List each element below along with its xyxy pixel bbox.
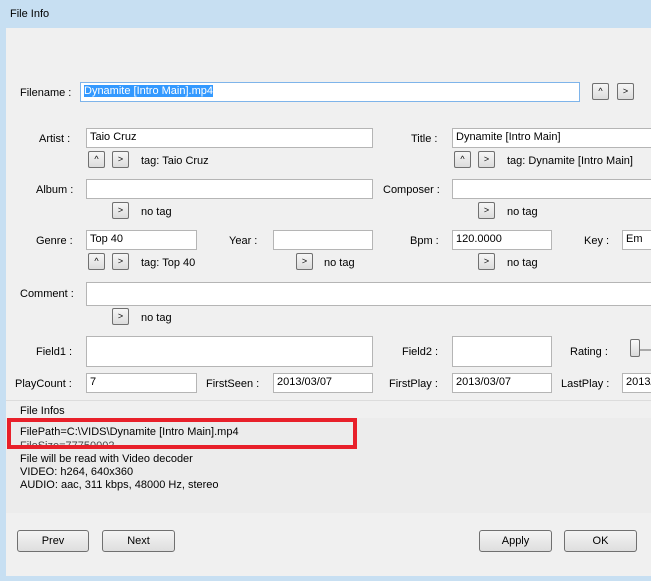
year-tag: no tag (324, 257, 355, 269)
filename-up-button[interactable]: ^ (592, 83, 609, 100)
bpm-next-button[interactable]: > (478, 253, 495, 270)
window-border-bottom (0, 576, 651, 581)
prev-button[interactable]: Prev (17, 530, 89, 552)
filename-value: Dynamite [Intro Main].mp4 (84, 85, 213, 97)
genre-label: Genre : (36, 235, 73, 247)
artist-label: Artist : (39, 133, 71, 145)
firstplay-input[interactable]: 2013/03/07 (452, 373, 552, 393)
field2-input[interactable] (452, 336, 552, 367)
file-infos-heading: File Infos (20, 405, 65, 417)
rating-slider-thumb[interactable] (630, 339, 640, 357)
firstseen-input[interactable]: 2013/03/07 (273, 373, 373, 393)
title-up-button[interactable]: ^ (454, 151, 471, 168)
key-label: Key : (584, 235, 610, 247)
bpm-label: Bpm : (410, 235, 439, 247)
highlight-box (7, 418, 357, 449)
window-title: File Info (10, 8, 50, 20)
genre-next-button[interactable]: > (112, 253, 129, 270)
year-input[interactable] (273, 230, 373, 250)
comment-tag: no tag (141, 312, 172, 324)
rating-label: Rating : (570, 346, 608, 358)
album-tag: no tag (141, 206, 172, 218)
genre-up-button[interactable]: ^ (88, 253, 105, 270)
title-input[interactable]: Dynamite [Intro Main] (452, 128, 651, 148)
comment-input[interactable] (86, 282, 651, 306)
genre-input[interactable]: Top 40 (86, 230, 197, 250)
filename-next-button[interactable]: > (617, 83, 634, 100)
file-infos-line: File will be read with Video decoder (20, 453, 193, 465)
genre-tag: tag: Top 40 (141, 257, 196, 269)
title-next-button[interactable]: > (478, 151, 495, 168)
field2-label: Field2 : (402, 346, 439, 358)
firstplay-label: FirstPlay : (389, 378, 438, 390)
title-tag: tag: Dynamite [Intro Main] (507, 155, 633, 167)
key-input[interactable]: Em (622, 230, 651, 250)
title-label: Title : (411, 133, 438, 145)
firstseen-label: FirstSeen : (206, 378, 260, 390)
composer-tag: no tag (507, 206, 538, 218)
album-input[interactable] (86, 179, 373, 199)
artist-next-button[interactable]: > (112, 151, 129, 168)
section-divider (6, 400, 651, 401)
album-label: Album : (36, 184, 74, 196)
playcount-input[interactable]: 7 (86, 373, 197, 393)
file-infos-line: VIDEO: h264, 640x360 (20, 466, 134, 478)
filename-label: Filename : (20, 87, 72, 99)
next-button[interactable]: Next (102, 530, 175, 552)
lastplay-label: LastPlay : (561, 378, 610, 390)
playcount-label: PlayCount : (15, 378, 72, 390)
artist-up-button[interactable]: ^ (88, 151, 105, 168)
lastplay-input[interactable]: 2013/0 (622, 373, 651, 393)
field1-label: Field1 : (36, 346, 73, 358)
composer-label: Composer : (383, 184, 440, 196)
bpm-input[interactable]: 120.0000 (452, 230, 552, 250)
apply-button[interactable]: Apply (479, 530, 552, 552)
year-label: Year : (229, 235, 258, 247)
file-infos-line: AUDIO: aac, 311 kbps, 48000 Hz, stereo (20, 479, 219, 491)
ok-button[interactable]: OK (564, 530, 637, 552)
album-next-button[interactable]: > (112, 202, 129, 219)
comment-next-button[interactable]: > (112, 308, 129, 325)
artist-input[interactable]: Taio Cruz (86, 128, 373, 148)
composer-input[interactable] (452, 179, 651, 199)
comment-label: Comment : (20, 288, 74, 300)
bpm-tag: no tag (507, 257, 538, 269)
composer-next-button[interactable]: > (478, 202, 495, 219)
year-next-button[interactable]: > (296, 253, 313, 270)
title-bar: File Info (0, 0, 651, 28)
artist-tag: tag: Taio Cruz (141, 155, 209, 167)
filename-input[interactable]: Dynamite [Intro Main].mp4 (80, 82, 580, 102)
field1-input[interactable] (86, 336, 373, 367)
